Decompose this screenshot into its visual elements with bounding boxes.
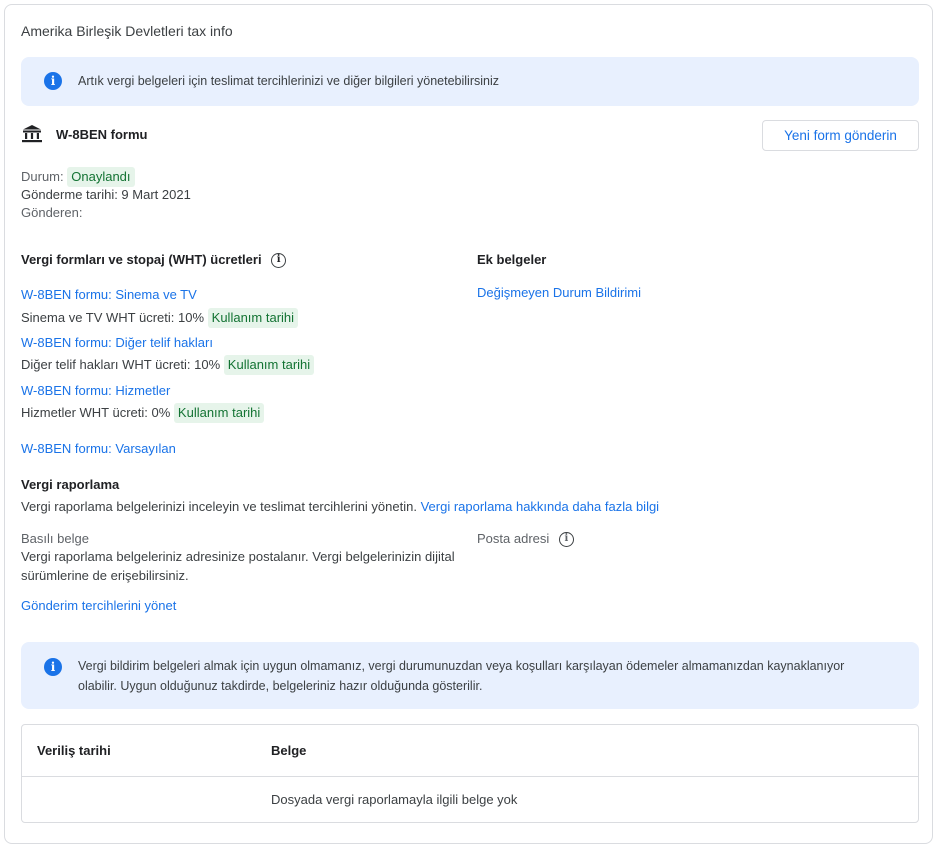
column-header-issue-date: Veriliş tarihi [37,743,111,758]
reporting-description: Vergi raporlama belgelerinizi inceleyin … [21,499,659,514]
postal-address-label: Posta adresi [477,531,550,546]
printed-doc-desc-2: sürümlerine de erişebilirsiniz. [21,568,189,583]
usage-date-badge: Kullanım tarihi [173,403,265,423]
form-title: W-8BEN formu [56,127,148,142]
wht-rate-text: Hizmetler WHT ücreti: 0% [21,405,171,420]
info-icon: i [44,72,62,90]
wht-link-film-tv[interactable]: W-8BEN formu: Sinema ve TV [21,287,197,302]
info-icon: i [44,658,62,676]
postal-address: Posta adresi i [477,531,574,548]
card-title: Amerika Birleşik Devletleri tax info [21,23,233,39]
wht-link-services[interactable]: W-8BEN formu: Hizmetler [21,383,170,398]
usage-date-badge: Kullanım tarihi [223,355,315,375]
wht-rate-services: Hizmetler WHT ücreti: 0% Kullanım tarihi [21,403,265,423]
status-declaration-link[interactable]: Değişmeyen Durum Bildirimi [477,285,641,300]
column-header-document: Belge [271,743,307,758]
wht-heading-text: Vergi formları ve stopaj (WHT) ücretleri [21,252,262,267]
reporting-desc-text: Vergi raporlama belgelerinizi inceleyin … [21,499,417,514]
info-circle-icon[interactable]: i [271,253,287,269]
wht-rate-text: Sinema ve TV WHT ücreti: 10% [21,310,205,325]
wht-rate-text: Diğer telif hakları WHT ücreti: 10% [21,357,221,372]
extra-docs-heading: Ek belgeler [477,252,547,267]
printed-doc-desc-1: Vergi raporlama belgeleriniz adresinize … [21,549,455,564]
table-divider [22,776,918,777]
table-empty-message: Dosyada vergi raporlamayla ilgili belge … [271,792,518,807]
tax-info-card: Amerika Birleşik Devletleri tax info i A… [4,4,933,844]
new-form-button[interactable]: Yeni form gönderin [762,120,919,151]
sender-label: Gönderen: [21,205,83,220]
info-banner-bottom: i Vergi bildirim belgeleri almak için uy… [21,642,919,709]
wht-rate-royalties: Diğer telif hakları WHT ücreti: 10% Kull… [21,355,315,375]
documents-table: Veriliş tarihi Belge Dosyada vergi rapor… [21,724,919,823]
info-banner-top: i Artık vergi belgeleri için teslimat te… [21,57,919,106]
manage-preferences-link[interactable]: Gönderim tercihlerini yönet [21,598,176,613]
info-banner-top-text: Artık vergi belgeleri için teslimat terc… [78,74,499,88]
info-circle-icon[interactable]: i [558,532,574,548]
usage-date-badge: Kullanım tarihi [207,308,299,328]
status-label: Durum: [21,169,64,184]
wht-heading: Vergi formları ve stopaj (WHT) ücretleri… [21,252,287,269]
info-banner-bottom-line1: Vergi bildirim belgeleri almak için uygu… [78,659,845,673]
reporting-heading: Vergi raporlama [21,477,120,492]
wht-link-royalties[interactable]: W-8BEN formu: Diğer telif hakları [21,335,213,350]
printed-doc-label: Basılı belge [21,531,89,546]
reporting-learn-more-link[interactable]: Vergi raporlama hakkında daha fazla bilg… [421,499,659,514]
bank-icon [21,124,43,144]
submission-date: Gönderme tarihi: 9 Mart 2021 [21,187,191,202]
status-badge: Onaylandı [67,167,135,187]
wht-link-default[interactable]: W-8BEN formu: Varsayılan [21,441,176,456]
status-row: Durum: Onaylandı [21,167,135,187]
info-banner-bottom-line2: olabilir. Uygun olduğunuz takdirde, belg… [78,679,483,693]
wht-rate-film-tv: Sinema ve TV WHT ücreti: 10% Kullanım ta… [21,308,299,328]
